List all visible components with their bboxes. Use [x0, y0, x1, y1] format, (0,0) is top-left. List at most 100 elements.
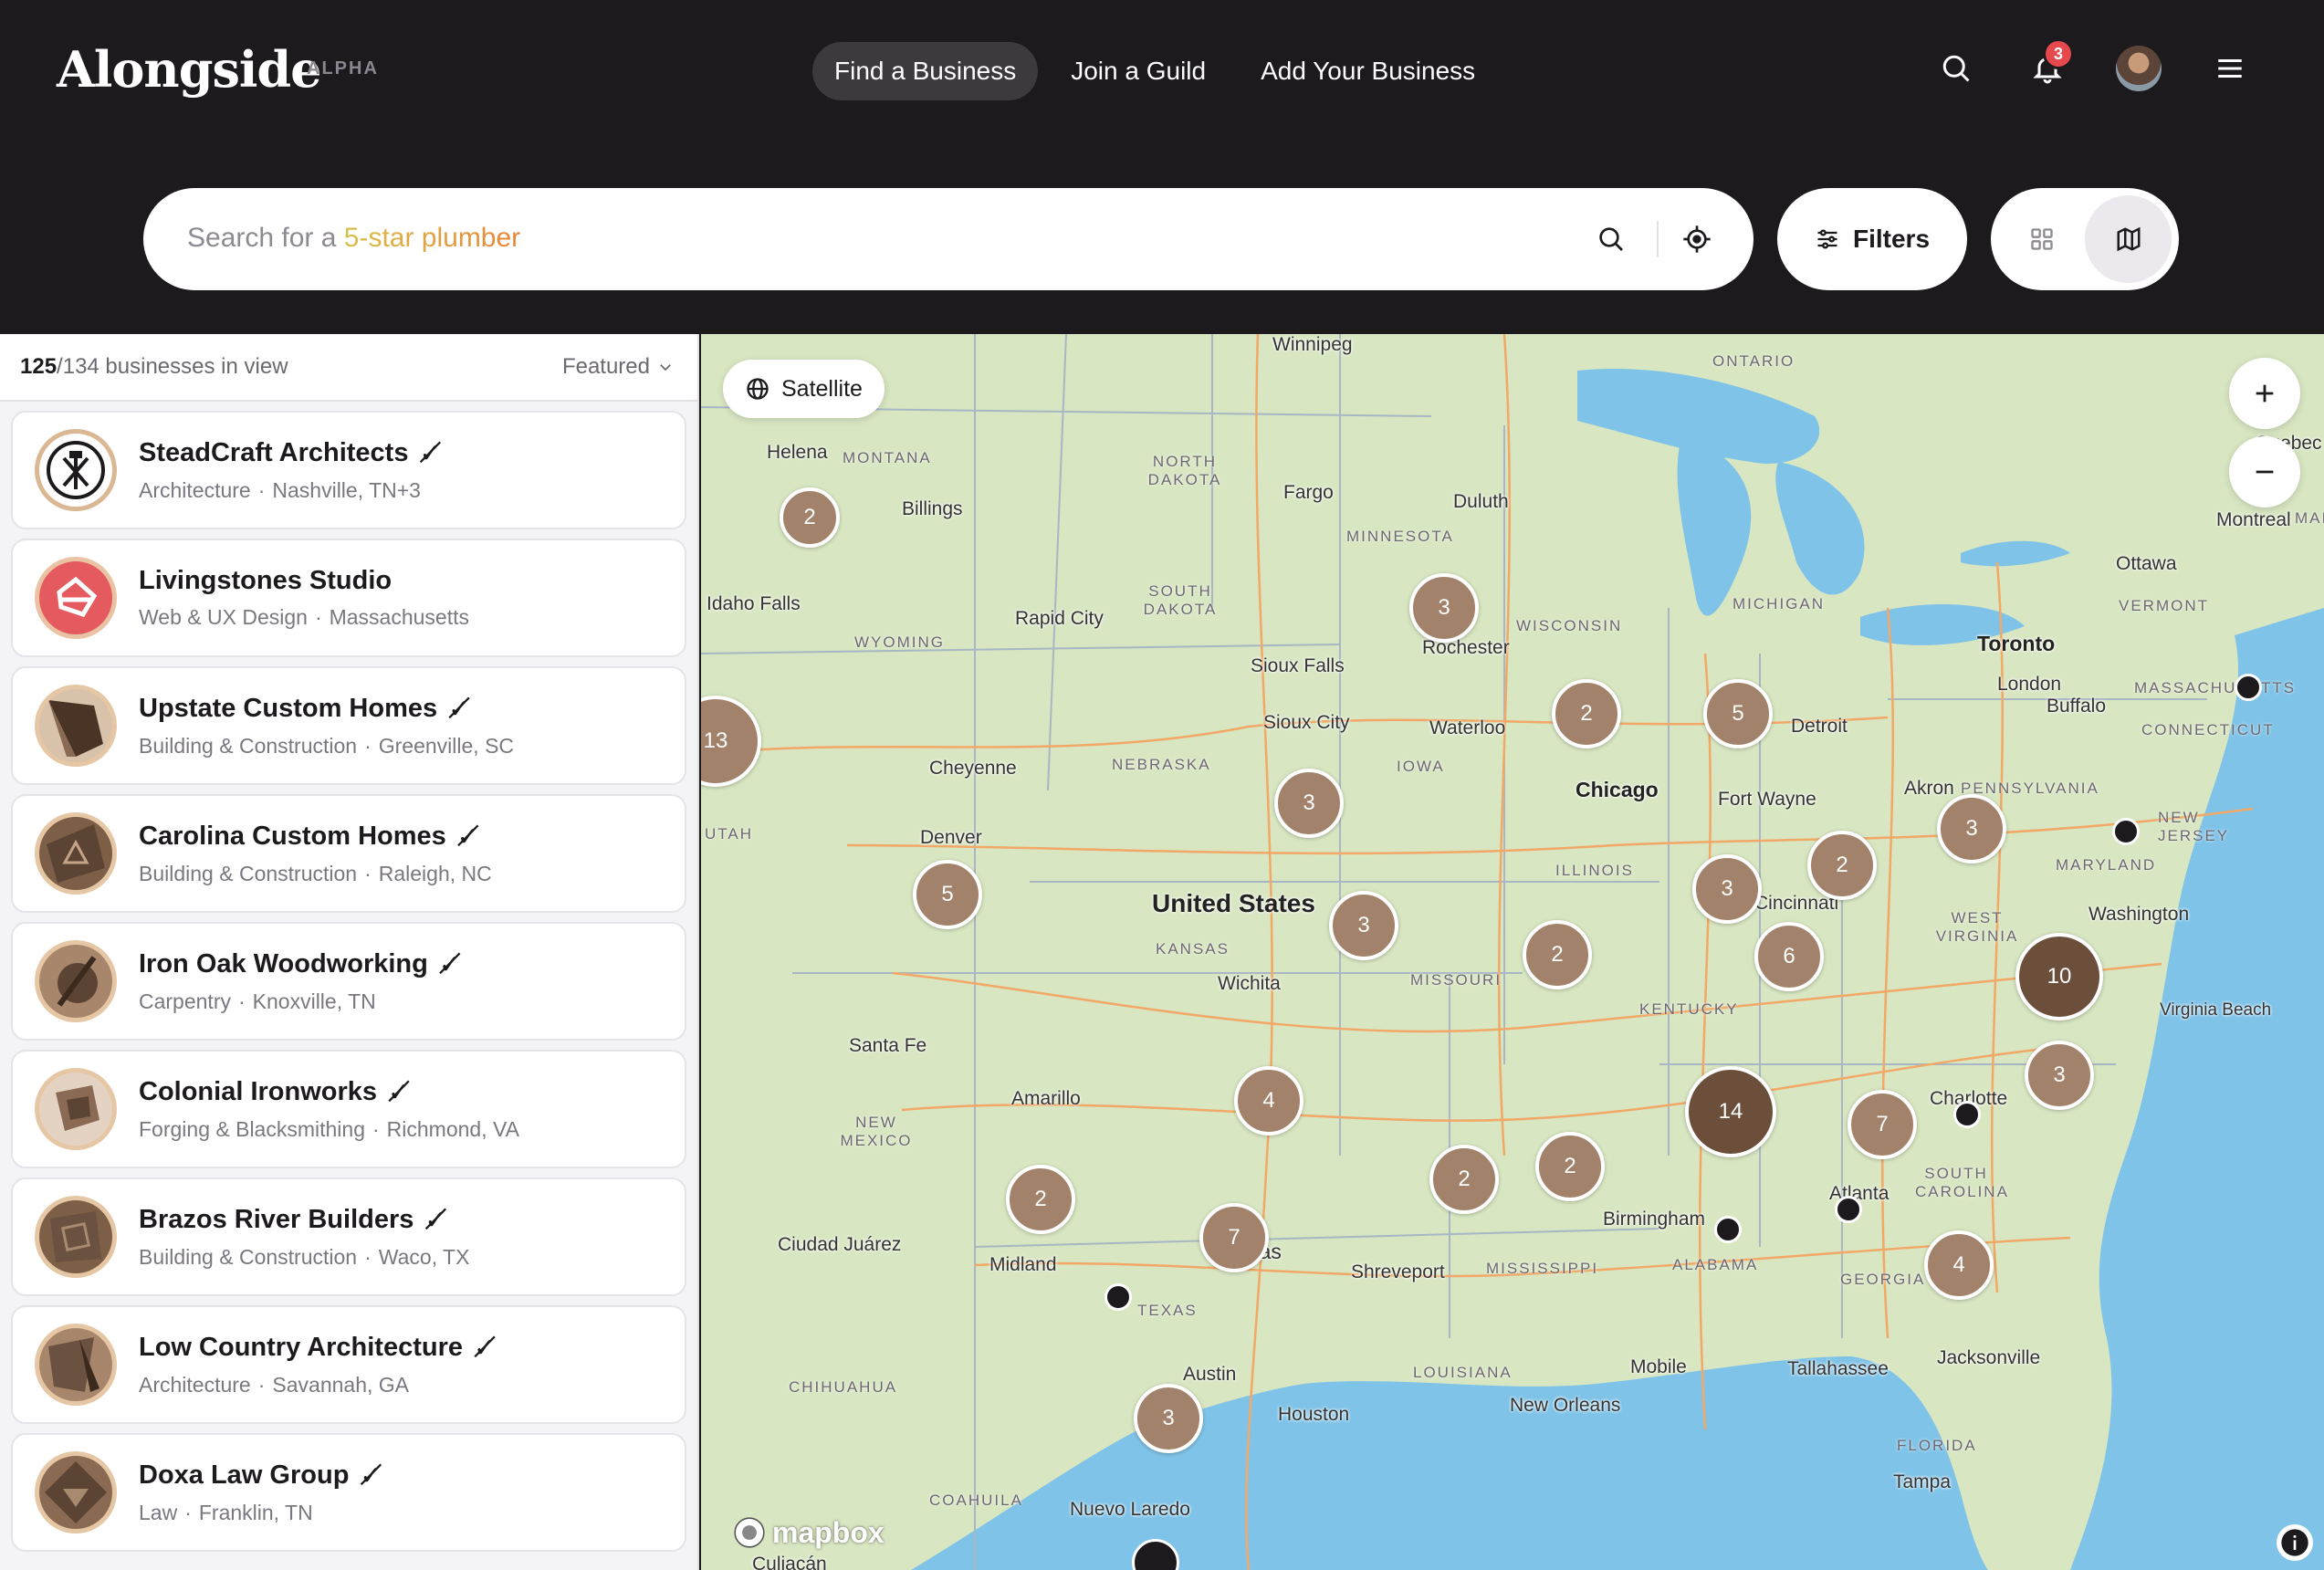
region-label: WEST VIRGINIA: [1935, 909, 2019, 945]
map-cluster[interactable]: 3: [1329, 891, 1398, 960]
business-category: Architecture: [139, 1373, 251, 1397]
region-label: UTAH: [705, 825, 754, 843]
map-marker[interactable]: [2235, 674, 2262, 701]
business-card[interactable]: Iron Oak Woodworking ✓̸ Carpentry · Knoxvil…: [11, 922, 686, 1041]
map-cluster[interactable]: 2: [1429, 1145, 1499, 1214]
map-cluster[interactable]: 7: [1199, 1203, 1269, 1272]
map-info-button[interactable]: [2277, 1524, 2313, 1561]
map-cluster[interactable]: 2: [1523, 920, 1592, 989]
business-location: Massachusetts: [329, 605, 470, 629]
business-category: Carpentry: [139, 989, 231, 1013]
map-cluster[interactable]: 3: [2025, 1041, 2094, 1110]
map-cluster[interactable]: 2: [1552, 679, 1621, 748]
map-cluster[interactable]: 3: [1692, 854, 1762, 924]
business-card[interactable]: Livingstones Studio Web & UX Design · Mass…: [11, 539, 686, 657]
business-name: Iron Oak Woodworking: [139, 949, 428, 979]
site-logo[interactable]: Alongside: [57, 40, 321, 99]
city-label: Mobile: [1630, 1356, 1687, 1377]
nav-add-your-business[interactable]: Add Your Business: [1239, 42, 1497, 100]
map-marker[interactable]: [1953, 1101, 1981, 1128]
business-location: Savannah, GA: [272, 1373, 409, 1397]
region-label: NEW MEXICO: [840, 1114, 913, 1149]
map-cluster[interactable]: 3: [1937, 794, 2006, 864]
use-my-location-button[interactable]: [1673, 215, 1721, 263]
map-cluster[interactable]: 3: [1274, 769, 1344, 838]
business-card[interactable]: Brazos River Builders ✓̸ Building & Const…: [11, 1178, 686, 1296]
city-label: New Orleans: [1510, 1395, 1621, 1416]
map-cluster[interactable]: 5: [1703, 679, 1773, 748]
nav-join-a-guild[interactable]: Join a Guild: [1049, 42, 1228, 100]
city-label: Midland: [989, 1254, 1057, 1275]
main-menu-button[interactable]: [2202, 40, 2258, 97]
search-input[interactable]: Search for a 5-star plumber: [143, 188, 1753, 290]
region-label: MICHIGAN: [1733, 595, 1825, 612]
city-label: Ottawa: [2116, 553, 2177, 574]
filters-button[interactable]: Filters: [1777, 188, 1967, 290]
map-cluster[interactable]: 4: [1234, 1066, 1303, 1136]
business-card[interactable]: Doxa Law Group ✓̸ Law · Franklin, TN: [11, 1433, 686, 1552]
verified-icon: ✓̸: [474, 1334, 497, 1363]
satellite-toggle-button[interactable]: Satellite: [723, 360, 885, 418]
region-label: LOUISIANA: [1413, 1364, 1513, 1381]
business-card[interactable]: Upstate Custom Homes ✓̸ Building & Constr…: [11, 666, 686, 785]
business-logo: [35, 429, 117, 511]
sliders-icon: [1817, 229, 1837, 249]
map-marker[interactable]: [1104, 1283, 1132, 1311]
business-card[interactable]: Colonial Ironworks ✓̸ Forging & Blacksmit…: [11, 1050, 686, 1168]
info-icon: [2281, 1529, 2308, 1556]
satellite-label: Satellite: [781, 375, 863, 402]
business-location: Nashville, TN+3: [272, 478, 421, 502]
map-cluster[interactable]: 4: [1924, 1230, 1994, 1300]
map-cluster[interactable]: 3: [1134, 1384, 1203, 1453]
business-card[interactable]: SteadCraft Architects ✓̸ Architecture · Nas…: [11, 411, 686, 529]
map-marker[interactable]: [1835, 1196, 1862, 1223]
map-cluster[interactable]: 2: [780, 487, 840, 548]
map-cluster[interactable]: 2: [1807, 831, 1877, 900]
region-label: SOUTH CAROLINA: [1915, 1165, 2009, 1200]
map-cluster[interactable]: 2: [1535, 1132, 1605, 1201]
mapbox-attribution[interactable]: mapbox: [732, 1515, 885, 1550]
business-map[interactable]: ONTARIO MONTANA NORTH DAKOTA MINNESOTA S…: [701, 334, 2324, 1570]
list-header: 125/134 businesses in view Featured: [0, 334, 697, 402]
city-label: Buffalo: [2047, 696, 2106, 717]
region-label: MINNESOTA: [1346, 528, 1454, 545]
map-cluster[interactable]: 5: [913, 860, 982, 929]
city-label: London: [1997, 674, 2062, 695]
sort-dropdown[interactable]: Featured: [562, 354, 674, 380]
grid-icon: [2030, 228, 2053, 250]
grid-view-button[interactable]: [1998, 195, 2085, 283]
verified-icon: ✓̸: [438, 950, 462, 979]
zoom-out-button[interactable]: [2229, 436, 2300, 508]
map-cluster[interactable]: 10: [2015, 933, 2103, 1020]
chevron-down-icon: [660, 364, 671, 372]
map-marker[interactable]: [1714, 1216, 1742, 1243]
verified-icon: ✓̸: [448, 695, 471, 724]
map-cluster[interactable]: 2: [1006, 1165, 1075, 1234]
business-card[interactable]: Carolina Custom Homes ✓̸ Building & Const…: [11, 794, 686, 913]
zoom-in-button[interactable]: [2229, 358, 2300, 429]
map-view-button[interactable]: [2085, 195, 2172, 283]
city-label: Toronto: [1977, 632, 2056, 655]
business-location: Knoxville, TN: [252, 989, 376, 1013]
region-label: NEBRASKA: [1112, 756, 1211, 773]
notifications-button[interactable]: 3: [2019, 38, 2076, 97]
map-cluster[interactable]: 3: [1409, 573, 1479, 643]
header-search-button[interactable]: [1928, 40, 1984, 97]
city-label: Billings: [902, 498, 963, 519]
map-marker[interactable]: [2112, 818, 2140, 845]
business-logo: [35, 940, 117, 1022]
region-label: TEXAS: [1137, 1302, 1198, 1319]
map-cluster[interactable]: 6: [1754, 922, 1824, 991]
business-category: Forging & Blacksmithing: [139, 1117, 365, 1141]
map-cluster[interactable]: 7: [1848, 1090, 1917, 1159]
map-cluster[interactable]: 14: [1685, 1066, 1776, 1157]
business-category: Building & Construction: [139, 862, 358, 885]
region-label: MASSACHUSETTS: [2134, 679, 2297, 696]
city-label: Sioux Falls: [1251, 655, 1345, 676]
nav-find-a-business[interactable]: Find a Business: [812, 42, 1039, 100]
region-label: MISSISSIPPI: [1486, 1260, 1599, 1277]
business-card[interactable]: Low Country Architecture ✓̸ Architecture ·…: [11, 1305, 686, 1424]
profile-button[interactable]: [2110, 40, 2167, 97]
city-label: Detroit: [1791, 716, 1848, 737]
search-submit-button[interactable]: [1587, 215, 1635, 263]
